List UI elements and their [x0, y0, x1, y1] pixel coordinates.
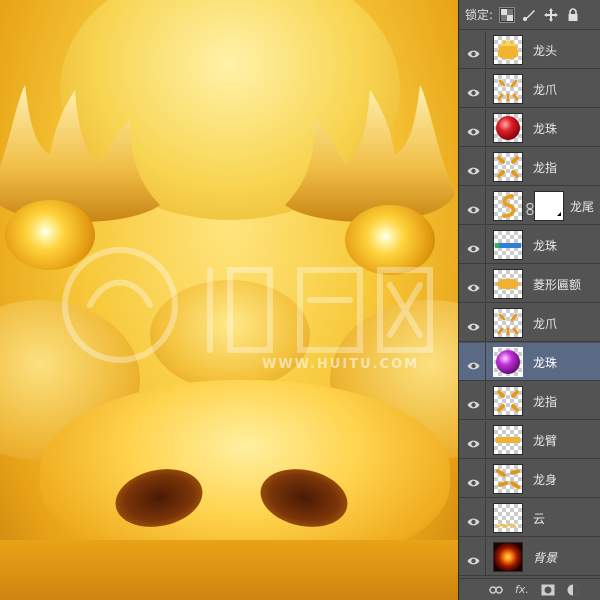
visibility-eye-icon[interactable] [467, 161, 480, 175]
layer-name[interactable]: 菱形匾额 [533, 276, 581, 293]
mask-link-icon[interactable] [526, 200, 534, 216]
layer-thumbnail[interactable] [493, 113, 523, 143]
visibility-eye-icon[interactable] [467, 512, 480, 526]
layer-row[interactable]: 龙指 [459, 148, 600, 186]
layer-row[interactable]: 云 [459, 499, 600, 537]
layer-name[interactable]: 龙身 [533, 471, 557, 488]
column-divider [485, 70, 486, 108]
layer-thumbnail[interactable] [493, 230, 523, 260]
visibility-eye-icon[interactable] [467, 356, 480, 370]
visibility-eye-icon[interactable] [467, 239, 480, 253]
link-icon[interactable] [489, 585, 503, 595]
layer-thumbnail[interactable] [493, 386, 523, 416]
layer-name[interactable]: 龙指 [533, 159, 557, 176]
visibility-eye-icon[interactable] [467, 395, 480, 409]
column-divider [485, 343, 486, 381]
column-divider [485, 421, 486, 459]
column-divider [485, 265, 486, 303]
layer-name[interactable]: 龙臂 [533, 432, 557, 449]
layer-thumbnail[interactable] [493, 152, 523, 182]
layer-name[interactable]: 龙珠 [533, 354, 557, 371]
padlock-icon[interactable] [565, 7, 581, 23]
layer-thumbnail[interactable] [493, 269, 523, 299]
visibility-eye-icon[interactable] [467, 278, 480, 292]
dragon-jaw [0, 540, 458, 600]
move-lock-icon[interactable] [543, 7, 559, 23]
layer-name[interactable]: 云 [533, 510, 545, 527]
column-divider [485, 304, 486, 342]
layer-thumbnail[interactable] [493, 542, 523, 572]
layer-row[interactable]: 龙身 [459, 460, 600, 498]
visibility-eye-icon[interactable] [467, 83, 480, 97]
lock-label: 锁定: [465, 8, 494, 22]
layer-row[interactable]: 龙尾 [459, 187, 600, 225]
layer-name[interactable]: 龙珠 [533, 237, 557, 254]
layer-row[interactable]: 龙珠 [459, 343, 600, 381]
column-divider [485, 382, 486, 420]
layer-row[interactable]: 龙爪 [459, 304, 600, 342]
layer-row[interactable]: 龙头 [459, 31, 600, 69]
column-divider [485, 31, 486, 69]
visibility-eye-icon[interactable] [467, 44, 480, 58]
layer-thumbnail[interactable] [493, 35, 523, 65]
artwork-canvas[interactable]: WWW.HUITU.COM [0, 0, 458, 600]
column-divider [485, 460, 486, 498]
layer-row[interactable]: 龙指 [459, 382, 600, 420]
layer-thumbnail[interactable] [493, 503, 523, 533]
column-divider [485, 226, 486, 264]
column-divider [485, 148, 486, 186]
mask-icon[interactable] [541, 584, 555, 596]
layer-thumbnail[interactable] [493, 74, 523, 104]
layer-thumbnail[interactable] [493, 347, 523, 377]
layer-row[interactable]: 背景 [459, 538, 600, 576]
layer-name[interactable]: 龙珠 [533, 120, 557, 137]
visibility-eye-icon[interactable] [467, 200, 480, 214]
adjustment-icon[interactable] [567, 584, 579, 596]
column-divider [485, 538, 486, 576]
column-divider [485, 109, 486, 147]
transparent-pixels-lock-icon[interactable] [499, 6, 516, 23]
layer-thumbnail[interactable] [493, 191, 523, 221]
layer-name[interactable]: 龙指 [533, 393, 557, 410]
layer-thumbnail[interactable] [493, 464, 523, 494]
layer-name[interactable]: 龙头 [533, 42, 557, 59]
visibility-eye-icon[interactable] [467, 473, 480, 487]
layer-row[interactable]: 菱形匾额 [459, 265, 600, 303]
layer-row[interactable]: 龙爪 [459, 70, 600, 108]
layer-row[interactable]: 龙珠 [459, 109, 600, 147]
brush-lock-icon[interactable] [521, 7, 537, 23]
visibility-eye-icon[interactable] [467, 551, 480, 565]
layer-mask-thumbnail[interactable] [534, 191, 564, 221]
watermark-url: WWW.HUITU.COM [262, 357, 420, 372]
layer-row[interactable]: 龙臂 [459, 421, 600, 459]
right-horn-brow [285, 85, 455, 222]
layer-name[interactable]: 龙爪 [533, 81, 557, 98]
column-divider [485, 187, 486, 225]
fx-button[interactable]: fx. [515, 583, 529, 596]
lock-toolbar: 锁定: [459, 0, 600, 30]
layer-thumbnail[interactable] [493, 425, 523, 455]
layers-bottom-bar: fx. [459, 578, 600, 600]
layers-panel: 锁定: 龙头 龙爪 龙珠 龙指 龙尾 龙珠 菱形匾额 龙爪 龙珠 龙指 龙臂 龙身云背景 fx. [458, 0, 600, 600]
layer-name[interactable]: 龙爪 [533, 315, 557, 332]
layer-name[interactable]: 龙尾 [570, 198, 594, 215]
layer-thumbnail[interactable] [493, 308, 523, 338]
visibility-eye-icon[interactable] [467, 434, 480, 448]
layer-row[interactable]: 龙珠 [459, 226, 600, 264]
visibility-eye-icon[interactable] [467, 122, 480, 136]
layer-name[interactable]: 背景 [533, 549, 557, 566]
left-horn-brow [0, 85, 160, 222]
visibility-eye-icon[interactable] [467, 317, 480, 331]
column-divider [485, 499, 486, 537]
